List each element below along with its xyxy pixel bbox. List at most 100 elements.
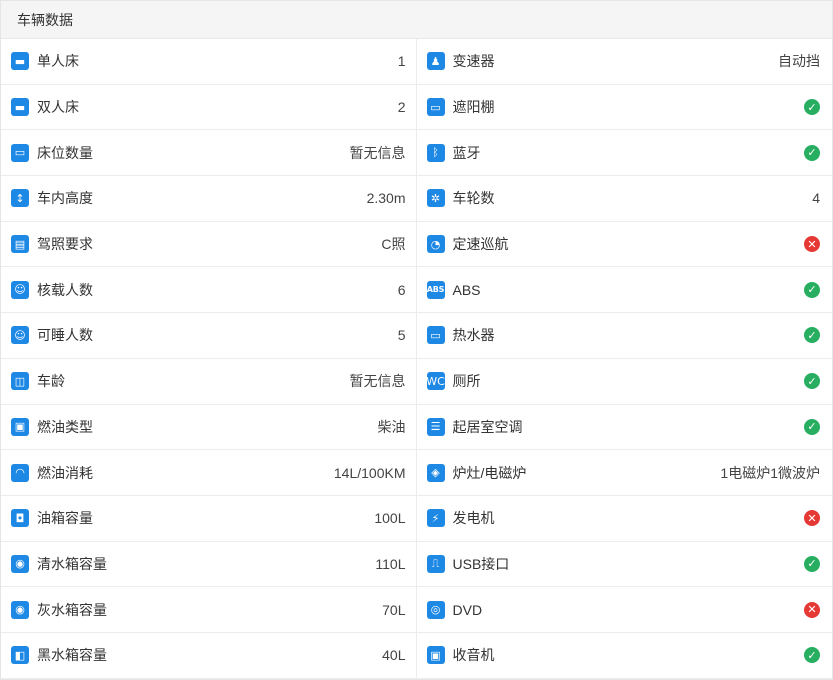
check-icon: ✓ (804, 144, 820, 161)
usb-port-icon: ⎍ (426, 554, 445, 573)
spec-label: 燃油类型 (37, 418, 93, 435)
spec-value: C照 (381, 236, 406, 253)
air-conditioner-icon: ☰ (426, 417, 445, 436)
spec-row: ▭ 热水器 ✓ (416, 313, 832, 359)
spec-row: WC 厕所 ✓ (416, 359, 832, 405)
fresh-water-tank-icon: ◉ (11, 554, 29, 573)
spec-row: ↕ 车内高度 2.30m (1, 176, 417, 222)
spec-label: 定速巡航 (452, 236, 509, 253)
spec-row: ◈ 炉灶/电磁炉 1电磁炉1微波炉 (416, 450, 832, 496)
spec-row: ▭ 床位数量 暂无信息 (1, 130, 417, 177)
spec-value: 2 (397, 99, 406, 116)
spec-value: 柴油 (377, 418, 406, 435)
check-icon: ✓ (804, 373, 820, 390)
panel-title: 车辆数据 (17, 11, 73, 28)
spec-label: 车轮数 (452, 190, 495, 207)
spec-label: 驾照要求 (37, 236, 93, 253)
spec-label: 双人床 (37, 99, 79, 116)
cross-icon: ✕ (804, 236, 820, 253)
black-water-tank-icon: ◧ (11, 646, 29, 665)
spec-label: 核载人数 (37, 281, 93, 298)
spec-row: ◫ 车龄 暂无信息 (1, 358, 417, 405)
spec-row: ▬ 双人床 2 (1, 84, 417, 131)
spec-label: 蓝牙 (452, 144, 481, 161)
spec-row: ▬ 单人床 1 (1, 39, 417, 85)
spec-label: 单人床 (37, 53, 79, 70)
cross-icon: ✕ (804, 510, 820, 527)
spec-label: 车内高度 (37, 190, 93, 207)
spec-row: ▣ 燃油类型 柴油 (1, 404, 417, 451)
spec-label: 厕所 (452, 373, 481, 390)
spec-label: 变速器 (452, 53, 495, 70)
spec-value: 2.30m (366, 190, 406, 207)
vehicle-age-icon: ◫ (11, 372, 29, 391)
spec-row: ♟ 变速器 自动挡 (416, 39, 832, 85)
spec-value: 110L (375, 555, 406, 572)
spec-row: ◉ 灰水箱容量 70L (1, 587, 417, 633)
spec-value: 70L (382, 601, 406, 618)
spec-row: ABS ABS ✓ (416, 267, 832, 314)
spec-label: ABS (452, 281, 481, 298)
transmission-icon: ♟ (426, 52, 445, 71)
spec-label: 发电机 (452, 510, 495, 527)
spec-value: 100L (374, 510, 406, 527)
spec-row: ◔ 定速巡航 ✕ (416, 222, 832, 268)
spec-row: ᛒ 蓝牙 ✓ (416, 130, 832, 177)
check-icon: ✓ (804, 327, 820, 344)
spec-row: ☺ 可睡人数 5 (1, 313, 417, 359)
cruise-control-icon: ◔ (426, 235, 445, 254)
abs-icon: ABS (426, 280, 445, 299)
spec-label: 起居室空调 (452, 418, 523, 435)
fuel-consumption-icon: ◠ (11, 463, 29, 482)
check-icon: ✓ (804, 555, 820, 572)
spec-row: ▭ 遮阳棚 ✓ (416, 85, 832, 131)
double-bed-icon: ▬ (11, 98, 29, 117)
check-icon: ✓ (804, 281, 820, 298)
gray-water-tank-icon: ◉ (11, 600, 29, 619)
dvd-icon: ◎ (426, 600, 445, 619)
toilet-icon: WC (426, 372, 445, 391)
spec-row: ◎ DVD ✕ (416, 587, 832, 633)
spec-value: 6 (397, 281, 406, 298)
spec-row: ✲ 车轮数 4 (416, 176, 832, 222)
spec-label: USB接口 (452, 555, 510, 572)
spec-label: 清水箱容量 (37, 555, 107, 572)
spec-value: 自动挡 (778, 53, 820, 70)
spec-row: ◉ 清水箱容量 110L (1, 541, 417, 588)
spec-value: 4 (812, 190, 820, 207)
cross-icon: ✕ (804, 601, 820, 618)
spec-row: ☺ 核载人数 6 (1, 267, 417, 314)
stove-icon: ◈ (426, 463, 445, 482)
radio-icon: ▣ (426, 646, 445, 665)
passengers-icon: ☺ (11, 280, 29, 299)
spec-value: 1电磁炉1微波炉 (720, 464, 820, 481)
check-icon: ✓ (804, 99, 820, 116)
spec-value: 14L/100KM (333, 464, 406, 481)
spec-label: DVD (452, 601, 483, 618)
bed-count-icon: ▭ (11, 143, 29, 162)
spec-row: ▣ 收音机 ✓ (416, 633, 832, 679)
generator-icon: ⚡ (426, 509, 445, 528)
spec-value: 40L (382, 647, 406, 664)
spec-row: ◧ 黑水箱容量 40L (1, 632, 417, 679)
spec-row: ▤ 驾照要求 C照 (1, 221, 417, 268)
spec-label: 黑水箱容量 (37, 647, 107, 664)
spec-value: 5 (397, 327, 406, 344)
spec-label: 可睡人数 (37, 327, 93, 344)
spec-label: 遮阳棚 (452, 99, 495, 116)
spec-label: 灰水箱容量 (37, 601, 107, 618)
spec-row: ◠ 燃油消耗 14L/100KM (1, 450, 417, 496)
check-icon: ✓ (804, 647, 820, 664)
spec-label: 油箱容量 (37, 510, 93, 527)
license-icon: ▤ (11, 235, 29, 254)
spec-label: 车龄 (37, 373, 65, 390)
spec-label: 床位数量 (37, 144, 93, 161)
spec-label: 热水器 (452, 327, 495, 344)
water-heater-icon: ▭ (426, 326, 445, 345)
vehicle-data-grid: ▬ 单人床 1 ♟ 变速器 自动挡 ▬ 双人床 2 ▭ 遮阳棚 ✓ ▭ 床位数量 暂无信息 ᛒ 蓝牙 ✓ ↕ 车内高度… (1, 39, 832, 679)
spec-row: ◘ 油箱容量 100L (1, 495, 417, 542)
spec-value: 暂无信息 (349, 144, 406, 161)
single-bed-icon: ▬ (11, 52, 29, 71)
fuel-type-icon: ▣ (11, 417, 29, 436)
panel-header: 车辆数据 (1, 1, 832, 39)
